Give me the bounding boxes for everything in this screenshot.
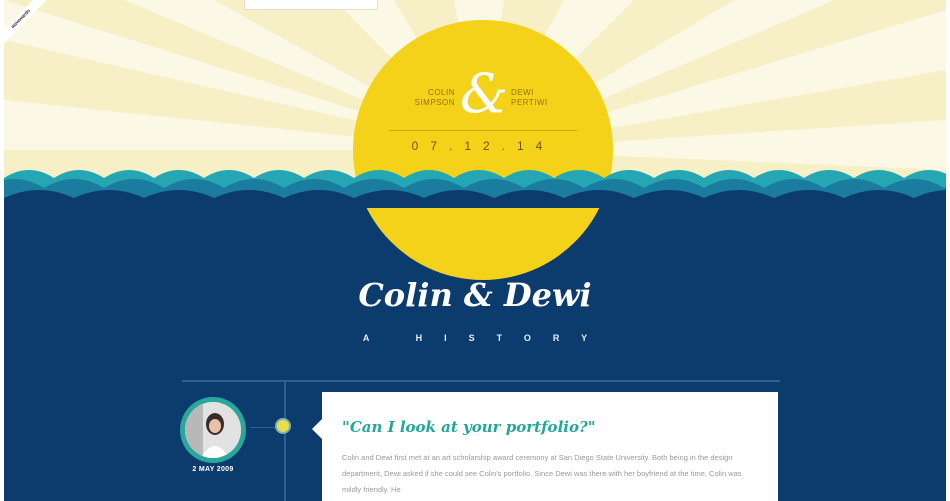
- groom-name: COLIN SIMPSON: [414, 88, 455, 107]
- ampersand-mark: &: [459, 62, 509, 125]
- page-subtitle: A HISTORY: [362, 333, 610, 343]
- timeline-spine: [284, 382, 286, 501]
- sun-divider: [389, 130, 577, 131]
- timeline-card: "Can I look at your portfolio?" Colin an…: [322, 392, 778, 501]
- card-pointer: [312, 419, 322, 439]
- bride-name: DEWI PERTIWI: [511, 88, 548, 107]
- timeline-top-rule: [182, 380, 780, 382]
- page-title: Colin & Dewi: [358, 276, 592, 314]
- avatar-photo: [185, 402, 241, 458]
- timeline-card-quote: "Can I look at your portfolio?": [342, 418, 596, 436]
- timeline-card-body: Colin and Dewi first met at an art schol…: [342, 453, 742, 494]
- page-canvas: COLIN SIMPSON & DEWI PERTIWI 07.12.14 Co…: [4, 0, 946, 501]
- timeline-dot[interactable]: [275, 418, 291, 434]
- top-nav-tab[interactable]: [244, 0, 378, 10]
- avatar[interactable]: [180, 397, 246, 463]
- timeline-entry-date: 2 MAY 2009: [192, 466, 234, 473]
- ocean-waves: [4, 148, 946, 208]
